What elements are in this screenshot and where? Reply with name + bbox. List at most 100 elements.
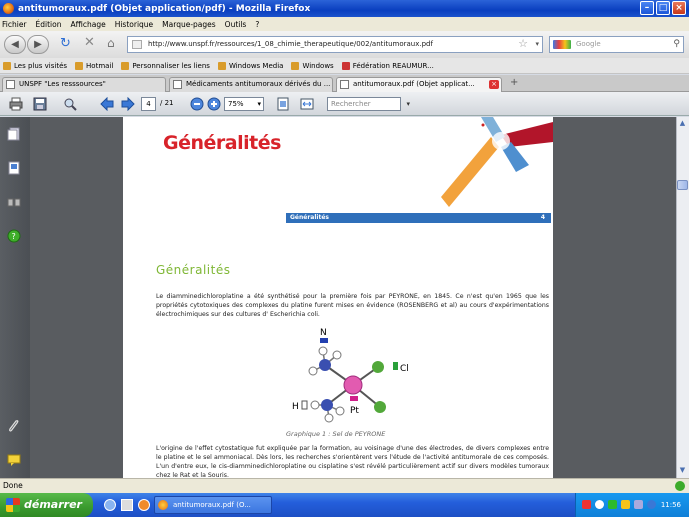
save-icon[interactable] xyxy=(33,97,47,111)
status-bar: Done xyxy=(0,478,689,493)
scrollbar-thumb[interactable] xyxy=(677,180,688,190)
stop-icon[interactable]: ✕ xyxy=(84,36,95,49)
tab-icon xyxy=(6,80,15,89)
magnifier-icon[interactable]: ⚲ xyxy=(673,37,680,52)
menu-bar: Fichier Édition Affichage Historique Mar… xyxy=(0,17,689,31)
menu-fichier[interactable]: Fichier xyxy=(2,20,27,29)
quicklaunch-desktop-icon[interactable] xyxy=(121,499,133,511)
search-placeholder: Google xyxy=(576,40,601,48)
page-icon xyxy=(132,40,142,49)
paperclip-icon[interactable] xyxy=(7,419,21,433)
page-header-title: Généralités xyxy=(163,132,281,154)
fit-page-icon[interactable] xyxy=(276,97,290,111)
molecule-illustration xyxy=(441,117,553,207)
navigation-toolbar: ◀ ▶ ↻ ✕ ⌂ http://www.unspf.fr/ressources… xyxy=(0,31,689,58)
menu-help[interactable]: ? xyxy=(255,20,259,29)
close-button[interactable]: × xyxy=(672,1,686,15)
bookmark-federation[interactable]: Fédération REAUMUR... xyxy=(341,61,434,70)
bookmark-icon xyxy=(121,61,130,70)
menu-historique[interactable]: Historique xyxy=(115,20,153,29)
start-button[interactable]: démarrer xyxy=(0,493,93,517)
tray-icon[interactable] xyxy=(621,500,630,509)
svg-text:?: ? xyxy=(12,232,16,241)
print-icon[interactable] xyxy=(9,97,23,111)
bookmarks-panel-icon[interactable] xyxy=(7,161,21,175)
search-input[interactable]: Google ⚲ xyxy=(549,36,684,53)
paragraph-2: L'origine de l'effet cytostatique fut ex… xyxy=(156,445,549,478)
bookmark-icon xyxy=(75,61,84,70)
reload-icon[interactable]: ↻ xyxy=(60,37,71,50)
bookmark-hotmail[interactable]: Hotmail xyxy=(75,61,113,70)
comments-icon[interactable] xyxy=(7,453,21,467)
tab-medicaments[interactable]: Médicaments antitumoraux dérivés du ... xyxy=(169,77,333,92)
zoom-in-icon[interactable] xyxy=(207,97,221,111)
tray-icon[interactable] xyxy=(582,500,591,509)
bookmark-plus-visites[interactable]: Les plus visités xyxy=(3,61,67,70)
tab-antitumoraux[interactable]: antitumoraux.pdf (Objet applicat... × xyxy=(336,77,502,92)
home-icon[interactable]: ⌂ xyxy=(107,37,115,49)
zoom-select[interactable]: 75% ▾ xyxy=(224,97,264,111)
quicklaunch-firefox-icon[interactable] xyxy=(138,499,150,511)
tray-icon[interactable] xyxy=(608,500,617,509)
vertical-scrollbar[interactable]: ▲ ▼ xyxy=(676,117,689,478)
status-text: Done xyxy=(3,481,23,490)
bookmark-icon xyxy=(3,61,11,70)
help-icon[interactable]: ? xyxy=(7,229,21,243)
menu-marque-pages[interactable]: Marque-pages xyxy=(162,20,216,29)
label-h: H xyxy=(292,402,299,412)
bookmark-personnaliser[interactable]: Personnaliser les liens xyxy=(121,61,210,70)
dropdown-icon[interactable]: ▾ xyxy=(535,37,539,52)
zoom-out-icon[interactable] xyxy=(190,97,204,111)
peyrone-salt-diagram: N Cl H Pt xyxy=(292,328,409,423)
clock[interactable]: 11:56 xyxy=(661,501,681,509)
bookmark-windows-media[interactable]: Windows Media xyxy=(217,61,283,70)
pages-icon[interactable] xyxy=(7,127,21,141)
tab-close-icon[interactable]: × xyxy=(489,80,499,89)
bookmark-icon xyxy=(217,61,226,70)
page-number-input[interactable]: 4 xyxy=(141,97,156,111)
fit-width-icon[interactable] xyxy=(300,97,314,111)
firefox-icon xyxy=(158,500,168,510)
section-bar: Généralités 4 xyxy=(286,213,551,223)
scroll-down-icon[interactable]: ▼ xyxy=(677,466,688,476)
pdf-search-input[interactable]: Rechercher ▾ xyxy=(327,97,410,111)
network-icon[interactable] xyxy=(647,500,656,509)
bookmark-windows[interactable]: Windows xyxy=(291,61,334,70)
tab-unspf[interactable]: UNSPF "Les resssources" xyxy=(2,77,166,92)
next-page-icon[interactable] xyxy=(121,97,135,111)
title-bar: antitumoraux.pdf (Objet application/pdf)… xyxy=(0,0,689,17)
firefox-icon xyxy=(3,3,14,14)
bookmark-icon xyxy=(341,61,350,70)
maximize-button[interactable]: □ xyxy=(656,1,670,15)
find-icon[interactable] xyxy=(63,97,77,111)
window-title: antitumoraux.pdf (Objet application/pdf)… xyxy=(18,3,311,14)
menu-outils[interactable]: Outils xyxy=(225,20,247,29)
label-n: N xyxy=(320,328,327,338)
paragraph-1: Le diamminedichloroplatine a été synthét… xyxy=(156,293,549,318)
taskbar-item-firefox[interactable]: antitumoraux.pdf (O... xyxy=(154,496,272,514)
new-tab-button[interactable]: + xyxy=(510,77,518,88)
bookmarks-bar: Les plus visités Hotmail Personnaliser l… xyxy=(0,58,689,74)
menu-affichage[interactable]: Affichage xyxy=(70,20,105,29)
page-total: / 21 xyxy=(160,99,174,107)
chevron-down-icon: ▾ xyxy=(257,100,261,108)
attachments-icon[interactable] xyxy=(7,195,21,209)
google-icon[interactable] xyxy=(553,40,571,49)
tray-icon[interactable] xyxy=(595,500,604,509)
scroll-up-icon[interactable]: ▲ xyxy=(677,119,688,129)
volume-icon[interactable] xyxy=(634,500,643,509)
label-pt: Pt xyxy=(350,406,359,416)
quicklaunch-ie-icon[interactable] xyxy=(104,499,116,511)
forward-button[interactable]: ▶ xyxy=(27,35,49,54)
pdf-toolbar: 4 / 21 75% ▾ Rechercher ▾ xyxy=(0,92,689,116)
pdf-page[interactable]: Généralités Généralités 4 Généralités Le… xyxy=(123,117,553,478)
minimize-button[interactable]: – xyxy=(640,1,654,15)
figure-caption: Graphique 1 : Sel de PEYRONE xyxy=(286,430,386,438)
address-bar[interactable]: http://www.unspf.fr/ressources/1_08_chim… xyxy=(127,36,543,53)
pdf-side-panel: ? xyxy=(0,117,30,478)
chevron-down-icon[interactable]: ▾ xyxy=(406,98,410,110)
menu-edition[interactable]: Édition xyxy=(36,20,62,29)
back-button[interactable]: ◀ xyxy=(4,35,26,54)
star-icon[interactable]: ☆ xyxy=(518,36,528,51)
previous-page-icon[interactable] xyxy=(100,97,114,111)
